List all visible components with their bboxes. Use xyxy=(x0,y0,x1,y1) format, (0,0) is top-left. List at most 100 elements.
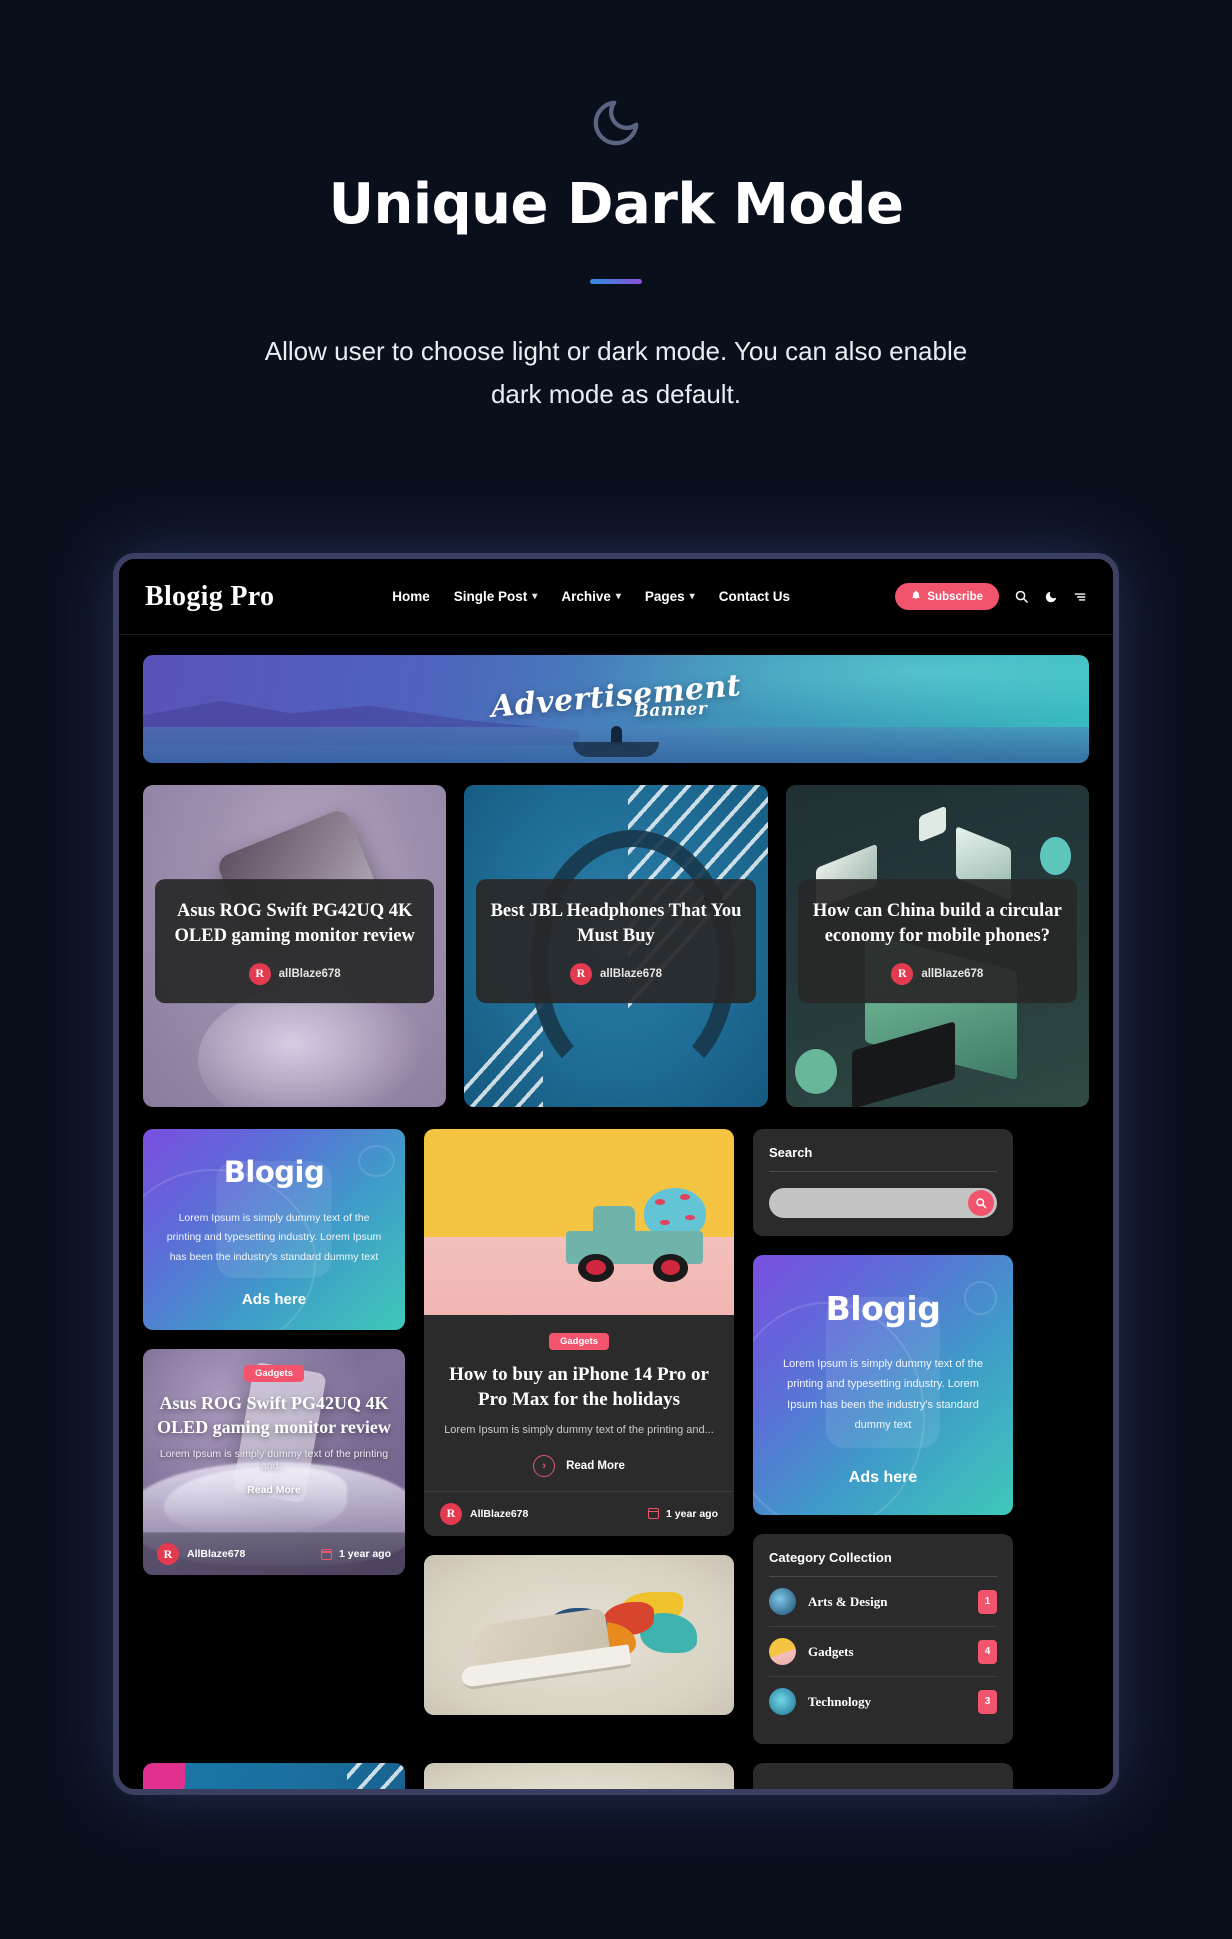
banner-boat-icon xyxy=(573,726,659,757)
featured-title: Best JBL Headphones That You Must Buy xyxy=(490,901,742,947)
nav-item-contact-us[interactable]: Contact Us xyxy=(719,589,790,604)
middle-column: Gadgets How to buy an iPhone 14 Pro or P… xyxy=(424,1129,734,1744)
ad-text: Lorem Ipsum is simply dummy text of the … xyxy=(783,1358,983,1432)
search-submit-button[interactable] xyxy=(968,1190,994,1216)
featured-posts-grid: Asus ROG Swift PG42UQ 4K OLED gaming mon… xyxy=(143,785,1089,1107)
post-meta: R AllBlaze678 1 year ago xyxy=(424,1490,734,1536)
nav-item-label: Archive xyxy=(561,589,611,604)
featured-title: Asus ROG Swift PG42UQ 4K OLED gaming mon… xyxy=(174,901,415,947)
moon-icon[interactable] xyxy=(1044,590,1058,604)
nav-item-archive[interactable]: Archive ▾ xyxy=(561,589,621,604)
search-input-row[interactable] xyxy=(769,1188,997,1218)
featured-card-1[interactable]: Asus ROG Swift PG42UQ 4K OLED gaming mon… xyxy=(143,785,447,1107)
search-icon[interactable] xyxy=(1014,589,1029,604)
ad-widget-left[interactable]: Blogig Lorem Ipsum is simply dummy text … xyxy=(143,1129,405,1331)
post-card-silk[interactable]: Gadgets Asus ROG Swift PG42UQ 4K OLED ga… xyxy=(143,1349,405,1576)
featured-title: How can China build a circular economy f… xyxy=(812,901,1062,947)
technology-thumb-icon xyxy=(769,1688,796,1716)
stripe-decoration xyxy=(347,1763,405,1789)
post-card-truck[interactable]: Gadgets How to buy an iPhone 14 Pro or P… xyxy=(424,1129,734,1536)
page-title: Unique Dark Mode xyxy=(328,172,904,237)
category-count-badge: 3 xyxy=(978,1689,997,1714)
category-badge[interactable]: Gadgets xyxy=(548,1333,609,1350)
site-navbar: Blogig Pro Home Single Post ▾ Archive ▾ … xyxy=(119,559,1113,635)
arts-thumb-icon xyxy=(769,1588,796,1616)
author-name: AllBlaze678 xyxy=(470,1507,529,1520)
author-row: R allBlaze678 xyxy=(490,963,741,986)
ad-brand: Blogig xyxy=(223,1155,325,1189)
category-collection-widget: Category Collection Arts & Design 1 Gadg… xyxy=(753,1534,1013,1745)
post-card-partial-shoe[interactable] xyxy=(424,1763,734,1789)
category-name: Arts & Design xyxy=(808,1593,888,1609)
accent-divider xyxy=(590,278,642,284)
category-name: Gadgets xyxy=(808,1643,854,1659)
category-widget-title: Category Collection xyxy=(769,1550,997,1578)
category-item-arts-design[interactable]: Arts & Design 1 xyxy=(769,1577,997,1628)
search-widget-title: Search xyxy=(769,1145,997,1172)
chevron-down-icon: ▾ xyxy=(615,591,621,602)
author-name: AllBlaze678 xyxy=(187,1548,246,1561)
post-date: 1 year ago xyxy=(320,1548,391,1561)
read-more-button[interactable]: › Read More xyxy=(440,1454,718,1477)
advertisement-banner[interactable]: Advertisement Banner xyxy=(143,655,1089,763)
author-row: R allBlaze678 xyxy=(812,963,1063,986)
featured-card-3[interactable]: How can China build a circular economy f… xyxy=(785,785,1089,1107)
site-content: Advertisement Banner Asus ROG Swift PG42… xyxy=(119,635,1113,1789)
author-name: allBlaze678 xyxy=(278,968,341,981)
ad-cta: Ads here xyxy=(241,1291,307,1309)
category-count-badge: 4 xyxy=(978,1639,997,1664)
nav-item-label: Home xyxy=(392,589,430,604)
category-item-gadgets[interactable]: Gadgets 4 xyxy=(769,1627,997,1678)
post-image-shoe xyxy=(424,1554,734,1715)
calendar-icon xyxy=(647,1508,660,1520)
ad-text: Lorem Ipsum is simply dummy text of the … xyxy=(166,1212,382,1263)
category-item-technology[interactable]: Technology 3 xyxy=(769,1677,997,1726)
author-row: R allBlaze678 xyxy=(169,963,420,986)
post-date: 1 year ago xyxy=(647,1508,718,1520)
post-image-truck xyxy=(424,1129,734,1315)
nav-item-pages[interactable]: Pages ▾ xyxy=(645,589,695,604)
category-count-badge: 1 xyxy=(978,1589,997,1614)
site-brand[interactable]: Blogig Pro xyxy=(145,581,274,613)
nav-item-label: Single Post xyxy=(453,589,528,604)
avatar: R xyxy=(440,1502,462,1525)
featured-card-2[interactable]: Best JBL Headphones That You Must Buy R … xyxy=(464,785,768,1107)
featured-overlay-2: Best JBL Headphones That You Must Buy R … xyxy=(476,879,756,1004)
category-badge[interactable]: Gadgets xyxy=(243,1365,304,1383)
date-label: 1 year ago xyxy=(339,1548,391,1561)
bottom-cut-row xyxy=(143,1763,1089,1789)
avatar: R xyxy=(891,963,914,986)
chevron-right-icon: › xyxy=(533,1454,556,1477)
nav-item-single-post[interactable]: Single Post ▾ xyxy=(454,589,538,604)
widget-partial[interactable] xyxy=(753,1763,1013,1789)
gadgets-thumb-icon xyxy=(769,1638,796,1666)
nav-item-label: Contact Us xyxy=(718,589,790,604)
hero-icon-wrap xyxy=(0,96,1232,150)
ad-widget-right[interactable]: Blogig Lorem Ipsum is simply dummy text … xyxy=(753,1255,1013,1516)
moon-icon xyxy=(589,96,643,150)
search-widget: Search xyxy=(753,1129,1013,1236)
page-root: Unique Dark Mode Allow user to choose li… xyxy=(0,0,1232,1939)
subscribe-label: Subscribe xyxy=(927,590,983,603)
subscribe-button[interactable]: Subscribe xyxy=(895,583,999,610)
post-card-partial-headphones[interactable] xyxy=(143,1763,405,1789)
post-author: R AllBlaze678 xyxy=(157,1543,246,1566)
chevron-down-icon: ▾ xyxy=(532,591,538,602)
navbar-actions: Subscribe xyxy=(895,583,1087,610)
ad-cta: Ads here xyxy=(848,1469,918,1487)
post-card-shoe[interactable] xyxy=(424,1554,734,1715)
right-column: Search Blogig Lorem Ipsum is simply dumm… xyxy=(753,1129,1013,1745)
calendar-icon xyxy=(320,1548,333,1560)
read-more-link[interactable]: Read More xyxy=(157,1484,391,1496)
post-title: Asus ROG Swift PG42UQ 4K OLED gaming mon… xyxy=(157,1393,391,1437)
author-name: allBlaze678 xyxy=(921,968,984,981)
nav-item-home[interactable]: Home xyxy=(392,589,430,604)
main-columns: Blogig Lorem Ipsum is simply dummy text … xyxy=(143,1129,1089,1745)
menu-icon[interactable] xyxy=(1073,590,1087,604)
chevron-down-icon: ▾ xyxy=(689,591,695,602)
ad-brand: Blogig xyxy=(825,1289,941,1328)
hero-section: Unique Dark Mode Allow user to choose li… xyxy=(0,0,1232,416)
hero-subtitle: Allow user to choose light or dark mode.… xyxy=(264,335,968,409)
post-title: How to buy an iPhone 14 Pro or Pro Max f… xyxy=(449,1364,709,1411)
nav-item-label: Pages xyxy=(644,589,685,604)
